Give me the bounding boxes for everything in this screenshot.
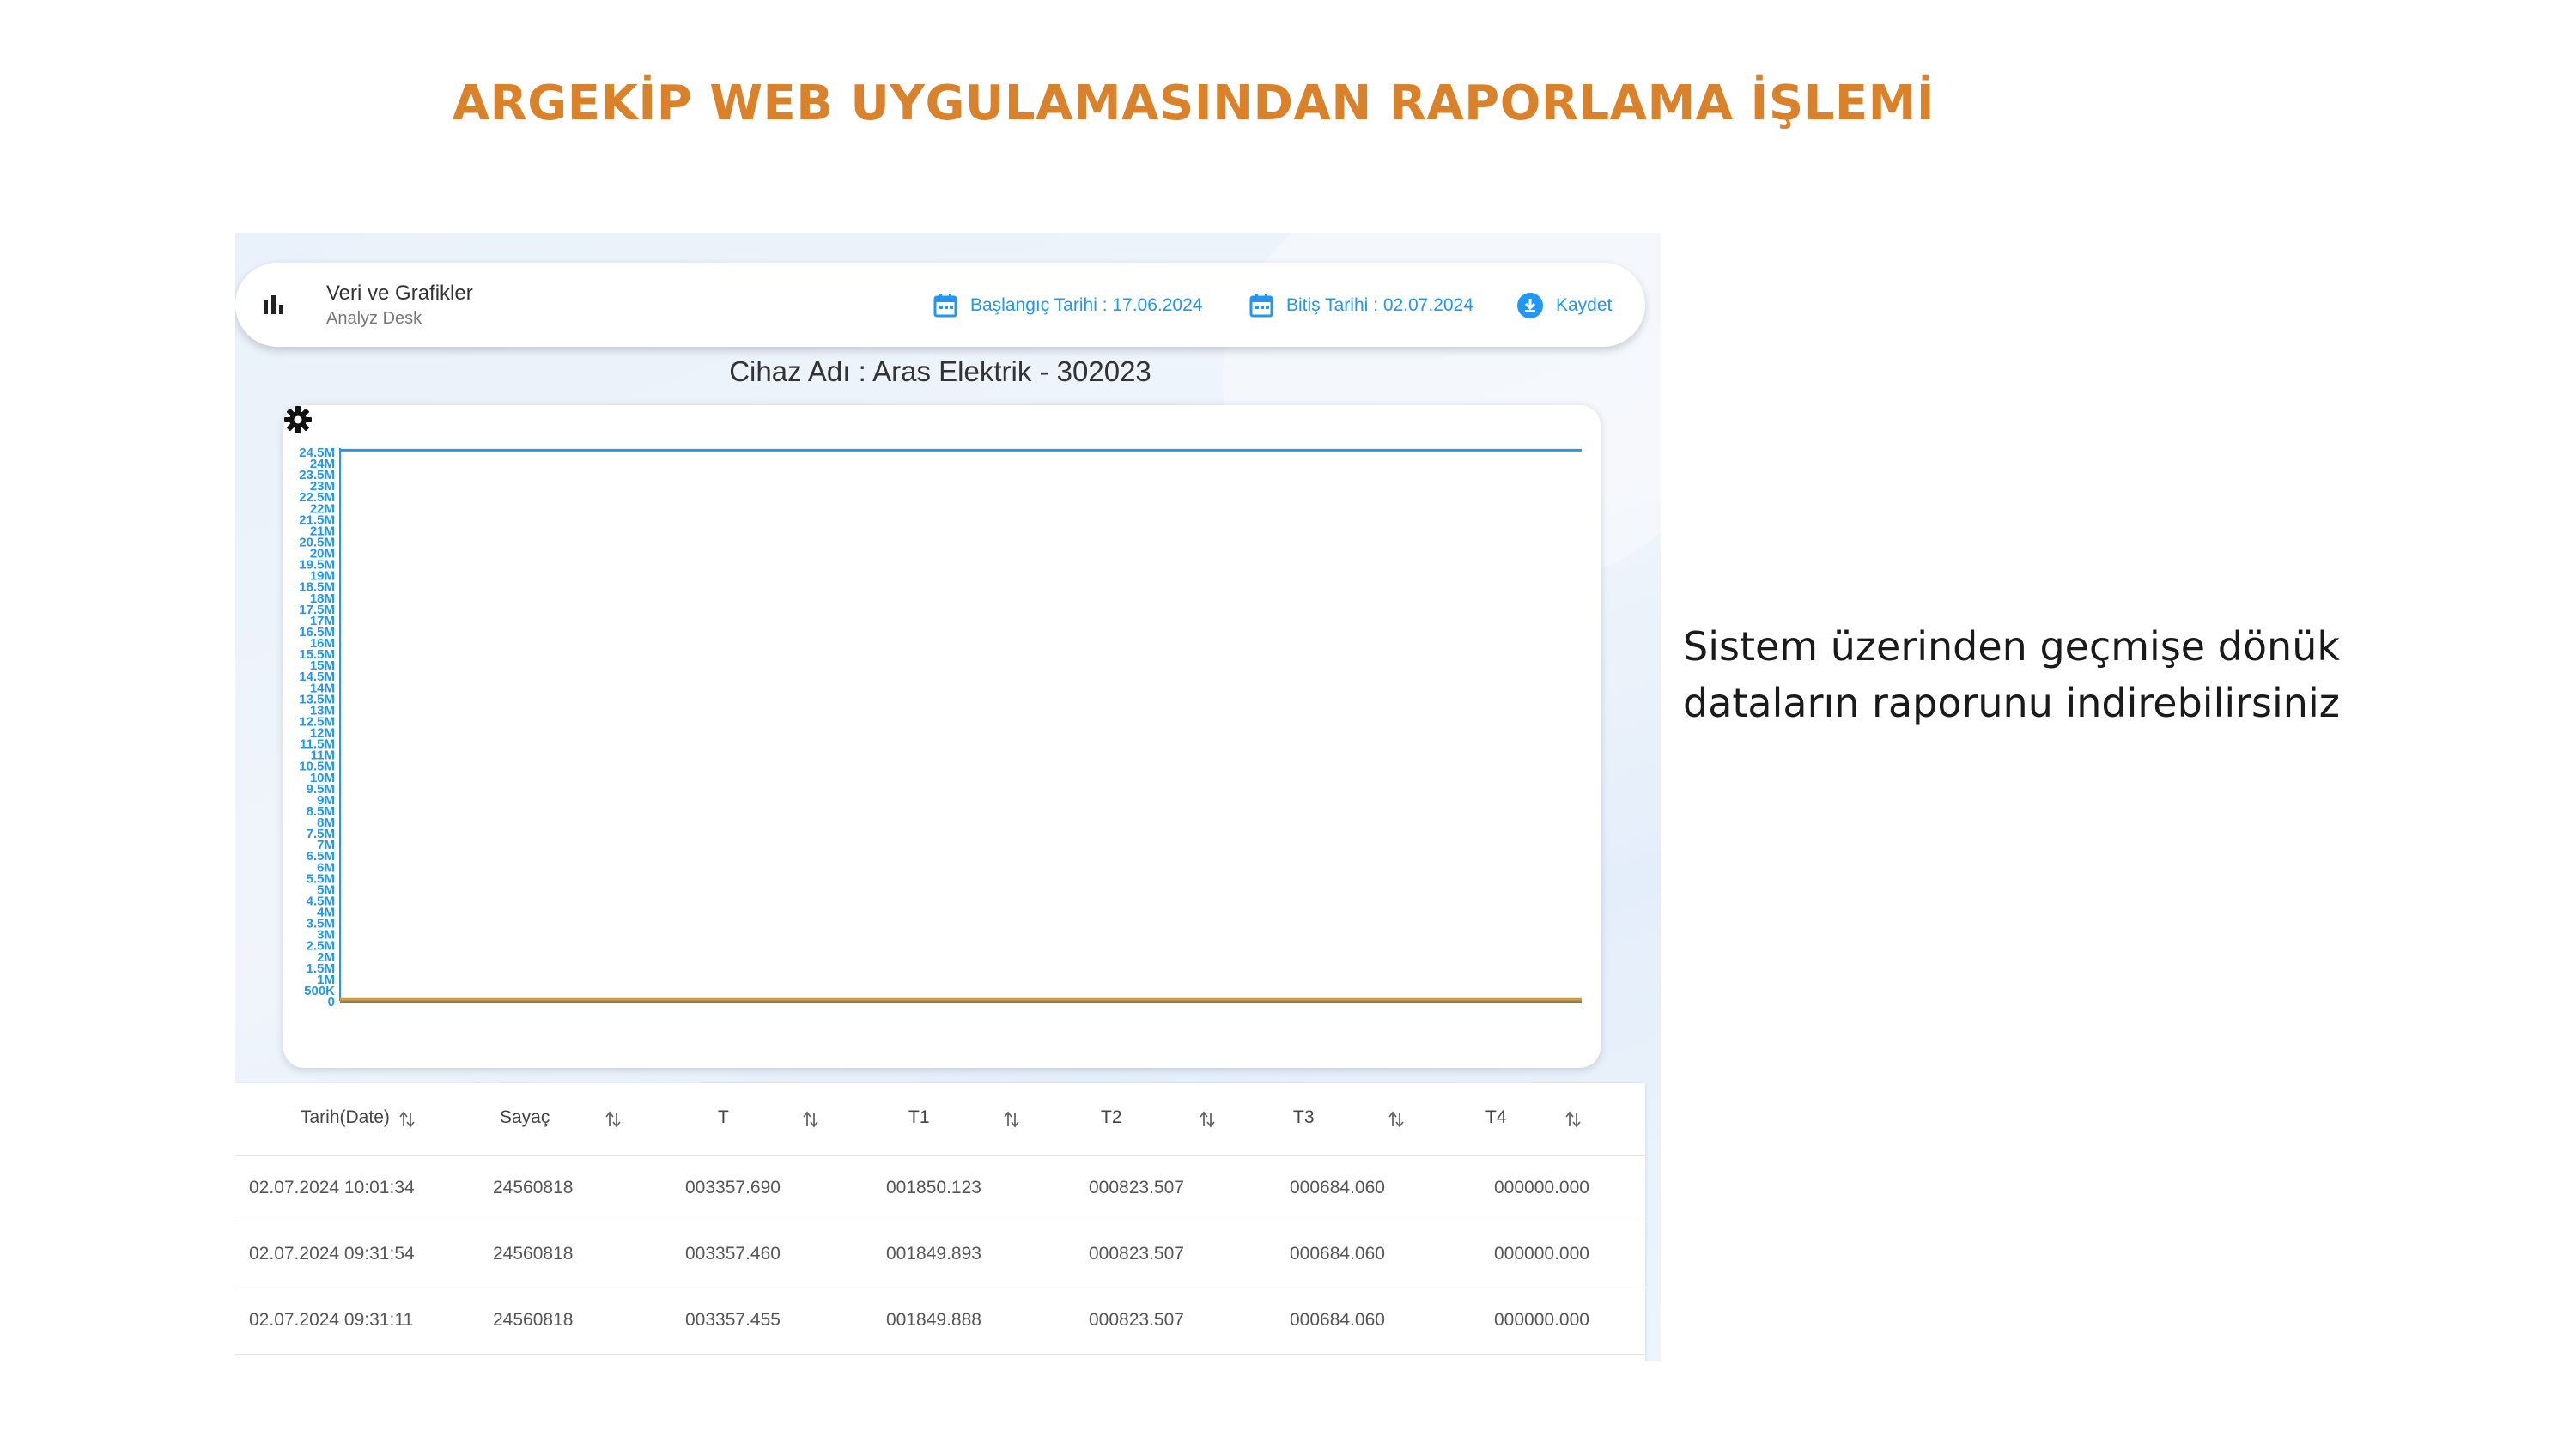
line-chart: 0500K1M1.5M2M2.5M3M3.5M4M4.5M5M5.5M6M6.5…: [299, 446, 1582, 1009]
table-cell: 24560818: [493, 1310, 574, 1330]
table-cell: 001850.123: [886, 1178, 981, 1197]
column-header[interactable]: Sayaç: [500, 1107, 550, 1128]
table-row[interactable]: 02.07.2024 09:31:54 24560818 003357.460 001…: [235, 1222, 1645, 1288]
y-tick-label: 24.5M: [299, 446, 335, 460]
column-header[interactable]: T4: [1485, 1107, 1507, 1128]
column-header[interactable]: Tarih(Date): [301, 1107, 390, 1128]
table-cell: 001849.893: [886, 1244, 981, 1264]
table-cell: 001849.888: [886, 1310, 981, 1330]
table-cell: 02.07.2024 09:31:54: [249, 1244, 415, 1264]
description-line-1: Sistem üzerinden geçmişe dönük: [1683, 623, 2340, 670]
start-date-label: Başlangıç Tarihi : 17.06.2024: [970, 295, 1203, 315]
table-header: Tarih(Date) Sayaç T T1 T2 T3 T4: [235, 1083, 1645, 1156]
start-date-button[interactable]: Başlangıç Tarihi : 17.06.2024: [933, 290, 1202, 321]
table-cell: 000000.000: [1494, 1178, 1589, 1197]
table-row[interactable]: 02.07.2024 09:31:11 24560818 003357.455 001…: [235, 1288, 1645, 1355]
column-header[interactable]: T2: [1101, 1107, 1122, 1128]
table-cell: 02.07.2024 09:31:11: [249, 1310, 414, 1330]
column-header[interactable]: T3: [1293, 1107, 1315, 1128]
table-cell: 24560818: [493, 1244, 574, 1264]
save-label: Kaydet: [1556, 295, 1613, 315]
table-cell: 000823.507: [1089, 1244, 1184, 1264]
calendar-icon: [933, 294, 957, 318]
page-headline: ARGEKİP WEB UYGULAMASINDAN RAPORLAMA İŞL…: [452, 76, 1935, 131]
description-line-2: dataların raporunu indirebilirsiniz: [1683, 680, 2340, 726]
app-screenshot: Veri ve Grafikler Analyz Desk Başlangıç …: [235, 233, 1661, 1361]
table-row[interactable]: 02.07.2024 10:01:34 24560818 003357.690 001…: [235, 1155, 1645, 1222]
table-cell: 02.07.2024 10:01:34: [249, 1178, 415, 1197]
settings-gear-icon[interactable]: [283, 405, 313, 434]
table-cell: 003357.455: [685, 1310, 781, 1330]
table-cell: 000684.060: [1290, 1244, 1385, 1264]
sort-icon[interactable]: [397, 1109, 417, 1130]
table-cell: 24560818: [493, 1178, 574, 1197]
table-cell: 000823.507: [1089, 1178, 1184, 1197]
app-toolbar: Veri ve Grafikler Analyz Desk Başlangıç …: [235, 263, 1645, 347]
table-cell: 003357.460: [685, 1244, 781, 1264]
sort-icon[interactable]: [603, 1109, 623, 1130]
app-subtitle: Analyz Desk: [326, 309, 422, 328]
table-cell: 000000.000: [1494, 1310, 1589, 1330]
column-header[interactable]: T1: [908, 1107, 930, 1128]
bar-chart-icon: [264, 295, 283, 314]
end-date-button[interactable]: Bitiş Tarihi : 02.07.2024: [1249, 290, 1473, 321]
table-cell: 000684.060: [1290, 1178, 1385, 1197]
sort-icon[interactable]: [1197, 1109, 1218, 1130]
column-header[interactable]: T: [718, 1107, 729, 1128]
sort-icon[interactable]: [1563, 1109, 1583, 1130]
table-cell: 000684.060: [1290, 1310, 1385, 1330]
app-title: Veri ve Grafikler: [326, 282, 473, 305]
data-table: Tarih(Date) Sayaç T T1 T2 T3 T4 02.07.2024 10:…: [235, 1083, 1645, 1361]
sort-icon[interactable]: [800, 1109, 821, 1130]
description: Sistem üzerinden geçmişe dönük dataların…: [1683, 618, 2456, 731]
download-icon: [1517, 293, 1543, 318]
sort-icon[interactable]: [1001, 1109, 1022, 1130]
table-cell: 000000.000: [1494, 1244, 1589, 1264]
save-button[interactable]: Kaydet: [1516, 290, 1612, 321]
end-date-label: Bitiş Tarihi : 02.07.2024: [1286, 295, 1473, 315]
sort-icon[interactable]: [1386, 1109, 1406, 1130]
table-cell: 000823.507: [1089, 1310, 1184, 1330]
table-cell: 003357.690: [685, 1178, 781, 1197]
calendar-icon: [1249, 294, 1273, 318]
device-title: Cihaz Adı : Aras Elektrik - 302023: [729, 355, 1151, 387]
chart-card: 0 500K 1M 1.5M 2M 2.5M 3M 3.5M 4M 4.5M 5M 5.5M 6M 6.5…: [283, 405, 1601, 1068]
